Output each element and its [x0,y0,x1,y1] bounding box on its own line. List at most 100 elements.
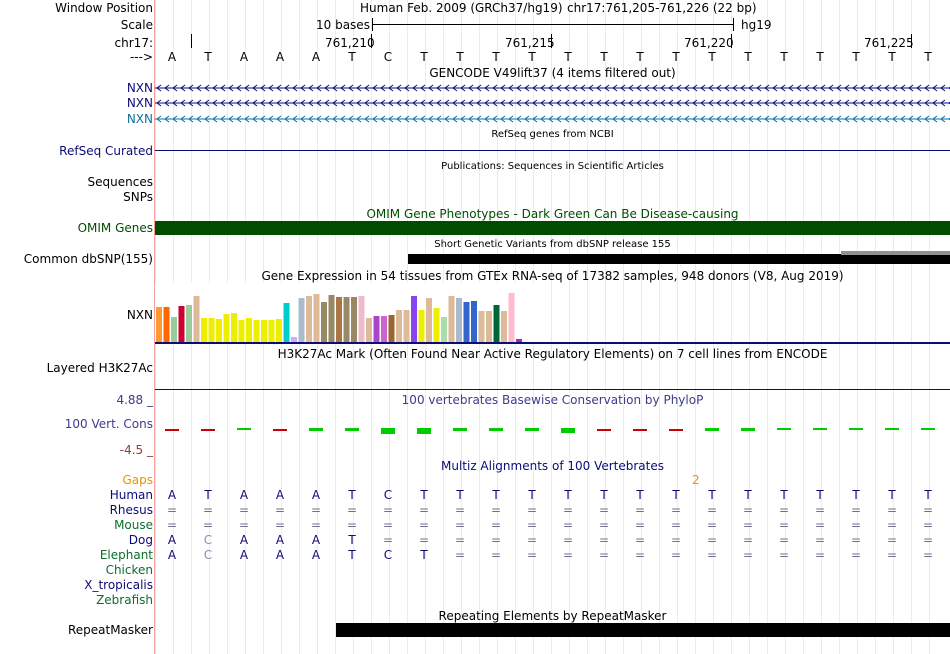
dbsnp-variant-bar[interactable] [408,254,950,264]
gtex-tissue-bar [171,317,177,342]
base-letter: T [744,50,752,64]
alignment-base: = [742,503,754,517]
phylop-score-mark [201,429,215,431]
db-label: hg19 [741,18,772,32]
gtex-tissue-bar [486,311,492,342]
phylop-score-mark [489,428,503,431]
refseq-transcript-line[interactable] [155,150,950,151]
gene-label-nxn-2[interactable]: NXN [127,96,153,110]
h3k27ac-label[interactable]: Layered H3K27Ac [47,361,153,375]
phylop-conservation-plot[interactable] [155,405,950,455]
species-label-elephant[interactable]: Elephant [100,548,153,562]
base-letter: A [311,50,321,64]
ruler-tick [551,34,552,48]
dbsnp-label[interactable]: Common dbSNP(155) [24,252,153,266]
alignment-base: = [706,533,718,547]
phylop-score-mark [921,428,935,430]
position-readout[interactable]: chr17:761,205-761,226 (22 bp) [567,1,757,15]
alignment-base: = [490,533,502,547]
gene-label-nxn-3[interactable]: NXN [127,112,153,126]
refseq-track-title: RefSeq genes from NCBI [491,129,614,140]
omim-gene-bar[interactable] [155,221,950,235]
ruler-tick [911,34,912,48]
species-label-mouse[interactable]: Mouse [114,518,153,532]
base-letter: T [420,50,428,64]
phylop-score-mark [309,428,323,431]
phylop-score-mark [885,428,899,430]
gtex-tissue-bar [321,302,327,342]
phylop-score-mark [381,428,395,434]
alignment-base: T [600,488,608,502]
alignment-base: = [814,548,826,562]
gtex-tissue-bar [471,301,477,342]
repeatmasker-element-bar[interactable] [336,623,950,637]
gtex-tissue-bar [246,318,252,342]
gtex-tissue-bar [328,295,335,342]
gtex-tissue-bar [216,319,222,342]
alignment-base: A [167,548,177,562]
ruler-tick [191,34,192,48]
species-label-zebrafish[interactable]: Zebrafish [96,593,153,607]
gtex-tissue-bar [463,302,470,342]
gtex-tissue-bar [448,296,455,342]
species-label-dog[interactable]: Dog [129,533,153,547]
alignment-base: = [814,503,826,517]
gtex-tissue-bar [208,318,215,342]
snps-label[interactable]: SNPs [123,190,153,204]
gtex-tissue-bar [201,318,207,342]
alignment-base: T [204,488,212,502]
dbsnp-variant-bar-gray[interactable] [841,251,950,255]
base-letter: A [275,50,285,64]
alignment-base: = [922,503,934,517]
alignment-base: = [562,503,574,517]
gaps-label[interactable]: Gaps [122,473,153,487]
gtex-tissue-bar [501,311,507,342]
multiz-track-title: Multiz Alignments of 100 Vertebrates [440,459,665,473]
alignment-base: = [922,548,934,562]
gencode-transcripts[interactable] [155,82,950,126]
alignment-base: T [492,488,500,502]
alignment-base: = [418,518,430,532]
refseq-label[interactable]: RefSeq Curated [59,144,153,158]
repeatmasker-label[interactable]: RepeatMasker [68,623,153,637]
alignment-base: = [202,518,214,532]
strand-label: ---> [129,50,153,64]
window-position-label: Window Position [55,1,153,15]
gtex-tissue-bar [238,320,245,342]
species-label-chicken[interactable]: Chicken [106,563,153,577]
alignment-base: = [634,548,646,562]
omim-label[interactable]: OMIM Genes [78,221,153,235]
gtex-tissue-bar [253,320,260,342]
phylop-name-label[interactable]: 100 Vert. Cons [65,417,153,431]
alignment-base: = [274,518,286,532]
alignment-base: T [420,488,428,502]
alignment-base: = [850,533,862,547]
gene-label-nxn-1[interactable]: NXN [127,81,153,95]
species-label-human[interactable]: Human [110,488,153,502]
alignment-base: = [454,548,466,562]
gtex-tissue-bar [163,307,170,342]
phylop-score-mark [849,428,863,430]
phylop-score-mark [597,429,611,431]
species-label-x-tropicalis[interactable]: X_tropicalis [84,578,153,592]
alignment-base: = [814,533,826,547]
gtex-tissue-bar [193,296,200,342]
repeatmasker-track-title: Repeating Elements by RepeatMasker [438,609,667,623]
alignment-base: T [708,488,716,502]
sequences-label[interactable]: Sequences [88,175,153,189]
phylop-score-mark [633,429,647,431]
phylop-score-mark [273,429,287,431]
gtex-tissue-bar [351,297,357,342]
alignment-base: A [239,548,249,562]
alignment-base: T [888,488,896,502]
gtex-tissue-bar [366,318,372,342]
alignment-base: = [526,503,538,517]
gtex-tissue-bar [373,316,380,342]
species-label-rhesus[interactable]: Rhesus [110,503,153,517]
alignment-base: A [311,533,321,547]
base-letter: T [636,50,644,64]
alignment-base: C [203,548,213,562]
gtex-bar-chart[interactable] [155,283,950,345]
alignment-base: = [274,503,286,517]
gtex-gene-label[interactable]: NXN [127,308,153,322]
